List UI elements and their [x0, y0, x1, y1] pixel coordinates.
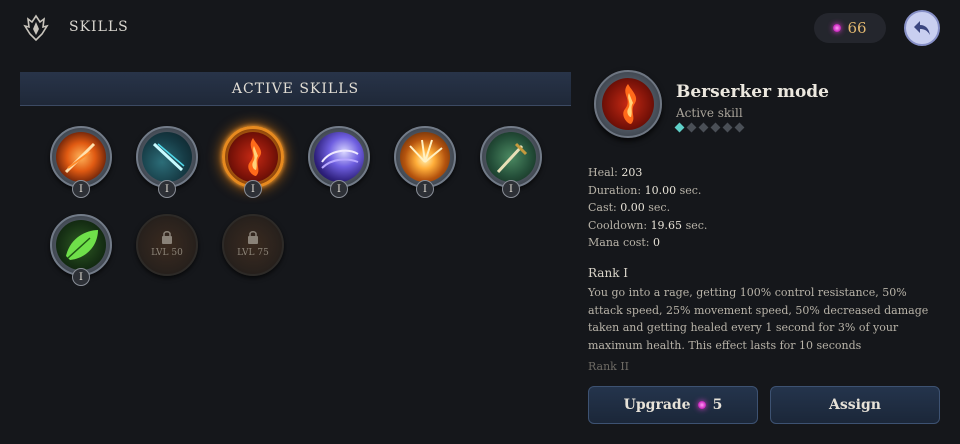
skill-locked-lvl-50[interactable]: LVL 50: [136, 214, 198, 286]
rank-progress-indicator: [674, 122, 745, 133]
stat-heal: Heal: 203: [588, 166, 643, 179]
skill-description: You go into a rage, getting 100% control…: [588, 286, 929, 352]
skill-rank-badge: I: [158, 180, 176, 198]
berserker-flame-icon: [228, 132, 278, 182]
skill-locked-lvl-75[interactable]: LVL 75: [222, 214, 284, 286]
skill-rank-badge: I: [502, 180, 520, 198]
gem-icon: [833, 24, 842, 32]
gem-count: 66: [847, 19, 867, 37]
skill-detail-panel: Berserker mode Active skill Heal: 203 Du…: [588, 70, 940, 444]
skill-rank-badge: I: [72, 180, 90, 198]
back-button[interactable]: [904, 10, 940, 46]
skills-emblem-icon: [20, 12, 52, 44]
ice-streak-icon: [142, 132, 192, 182]
skill-rank-badge: I: [244, 180, 262, 198]
upgrade-button[interactable]: Upgrade 5: [588, 386, 758, 424]
rank-pip-filled: [674, 122, 685, 133]
rank-pip-empty: [710, 122, 721, 133]
skill-name: Berserker mode: [676, 82, 829, 102]
skill-rank-badge: I: [330, 180, 348, 198]
skill-fire-slash[interactable]: I: [50, 126, 112, 198]
stat-mana-cost: Mana cost: 0: [588, 236, 661, 249]
skill-rank-badge: I: [416, 180, 434, 198]
skill-sword-strike[interactable]: I: [480, 126, 542, 198]
skill-ice-streak[interactable]: I: [136, 126, 198, 198]
gem-currency-counter[interactable]: 66: [814, 13, 886, 43]
stat-cooldown: Cooldown: 19.65 sec.: [588, 218, 708, 232]
assign-label: Assign: [829, 397, 881, 413]
lock-icon: [162, 231, 172, 244]
rank-pip-empty: [722, 122, 733, 133]
next-rank-title: Rank II: [588, 360, 630, 373]
lock-icon: [248, 231, 258, 244]
gem-icon: [697, 401, 706, 409]
rank-pip-empty: [698, 122, 709, 133]
fire-slash-icon: [56, 132, 106, 182]
unlock-level-label: LVL 50: [151, 248, 183, 258]
skill-ground-explosion[interactable]: I: [394, 126, 456, 198]
current-rank-title: Rank I: [588, 266, 629, 280]
page-title: SKILLS: [69, 19, 129, 35]
upgrade-cost: 5: [712, 397, 723, 413]
unlock-level-label: LVL 75: [237, 248, 269, 258]
active-skills-header: ACTIVE SKILLS: [20, 72, 571, 106]
skill-nature-leaf[interactable]: I: [50, 214, 112, 286]
nature-leaf-icon: [56, 220, 106, 270]
sword-strike-icon: [486, 132, 536, 182]
stat-cast: Cast: 0.00 sec.: [588, 201, 671, 214]
active-skills-panel: ACTIVE SKILLS I I I I I I I LVL 50 LVL 7…: [20, 72, 571, 444]
upgrade-label: Upgrade: [623, 397, 691, 413]
ground-explosion-icon: [400, 132, 450, 182]
skill-arcane-vortex[interactable]: I: [308, 126, 370, 198]
skill-type: Active skill: [676, 106, 743, 120]
arcane-vortex-icon: [314, 132, 364, 182]
stat-duration: Duration: 10.00 sec.: [588, 183, 702, 197]
skill-frame-locked: [136, 214, 198, 276]
skill-frame-locked: [222, 214, 284, 276]
skill-rank-badge: I: [72, 268, 90, 286]
berserker-flame-icon: [602, 78, 654, 130]
back-arrow-icon: [914, 21, 930, 35]
assign-button[interactable]: Assign: [770, 386, 940, 424]
selected-skill-frame: [594, 70, 662, 138]
rank-pip-empty: [734, 122, 745, 133]
skill-stats: Heal: 203 Duration: 10.00 sec. Cast: 0.0…: [588, 164, 707, 252]
skill-berserker-mode[interactable]: I: [222, 126, 284, 198]
rank-pip-empty: [686, 122, 697, 133]
top-bar: SKILLS 66: [0, 0, 960, 58]
